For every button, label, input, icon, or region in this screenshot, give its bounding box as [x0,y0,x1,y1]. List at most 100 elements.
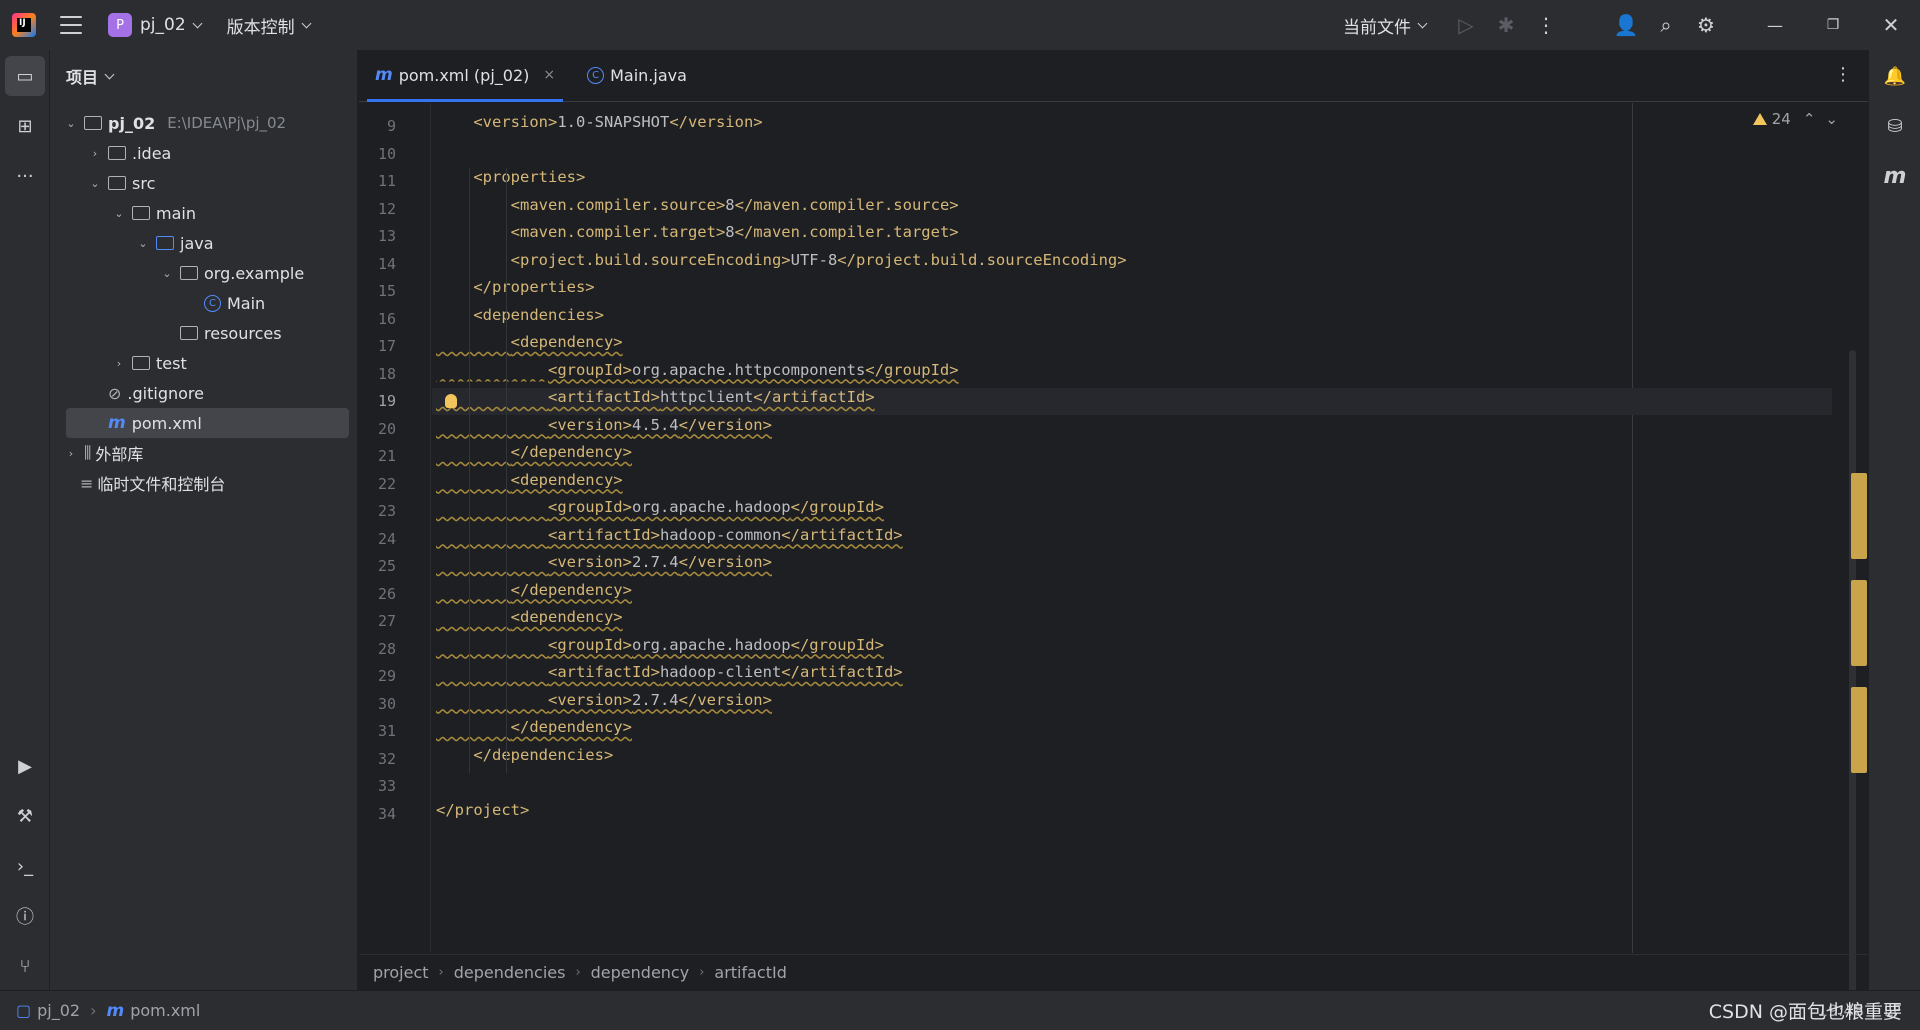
code-line[interactable] [432,141,1832,168]
code-line[interactable]: <groupId>org.apache.httpcomponents</grou… [432,361,1832,388]
tree-item-scratches[interactable]: ≡ 临时文件和控制台 [66,468,349,498]
class-icon: C [587,66,605,84]
next-highlight-icon[interactable]: ⌄ [1825,110,1838,128]
code-text: </project> [436,800,530,819]
code-line[interactable]: <artifactId>hadoop-common</artifactId> [432,526,1832,553]
database-icon[interactable]: ⛁ [1875,106,1915,146]
maven-tool-icon[interactable]: m [1875,156,1915,196]
tab-options-icon[interactable]: ⋮ [1834,64,1852,85]
close-window-icon[interactable]: ✕ [1862,5,1920,45]
inspection-widget[interactable]: 24 ⌃ ⌄ [1752,110,1838,128]
code-text: <groupId>org.apache.httpcomponents</grou… [547,360,959,379]
code-line[interactable]: <version>2.7.4</version> [432,691,1832,718]
tree-item-label: .gitignore [127,383,204,403]
code-line[interactable]: <version>4.5.4</version> [432,416,1832,443]
tree-item-org-example[interactable]: ⌄ org.example [66,258,349,288]
tree-item-src[interactable]: ⌄ src [66,168,349,198]
breadcrumb-separator-icon: › [699,965,705,980]
code-line[interactable]: <artifactId>httpclient</artifactId> [432,388,1832,415]
collapse-chevron-icon[interactable]: › [66,447,76,460]
more-tools-icon[interactable]: ··· [5,156,45,196]
project-panel-header[interactable]: 项目 [50,50,357,102]
settings-gear-icon[interactable]: ⚙ [1686,5,1726,45]
collapse-chevron-icon[interactable]: › [90,147,100,160]
previous-highlight-icon[interactable]: ⌃ [1803,110,1816,128]
code-line[interactable]: <properties> [432,168,1832,195]
expand-chevron-icon[interactable]: ⌄ [162,267,172,280]
code-with-me-icon[interactable]: 👤 [1606,5,1646,45]
collapse-chevron-icon[interactable]: › [114,357,124,370]
code-line[interactable]: </project> [432,801,1832,828]
services-icon[interactable]: ▶ [5,746,45,786]
breadcrumb-item[interactable]: project [373,963,429,982]
tab-main-java[interactable]: C Main.java [571,49,703,101]
tree-item-gitignore[interactable]: ⊘ .gitignore [66,378,349,408]
code-line[interactable]: <version>1.0-SNAPSHOT</version> [432,113,1832,140]
code-line[interactable]: </dependency> [432,443,1832,470]
code-line[interactable]: <groupId>org.apache.hadoop</groupId> [432,498,1832,525]
expand-chevron-icon[interactable]: ⌄ [66,117,76,130]
line-number: 21 [377,447,396,465]
tree-item-resources[interactable]: resources [66,318,349,348]
code-line[interactable]: </dependency> [432,581,1832,608]
code-line[interactable]: <groupId>org.apache.hadoop</groupId> [432,636,1832,663]
tree-item-idea[interactable]: › .idea [66,138,349,168]
code-line[interactable]: <version>2.7.4</version> [432,553,1832,580]
expand-chevron-icon[interactable]: ⌄ [138,237,148,250]
vcs-menu[interactable]: 版本控制 [227,13,312,38]
code-line[interactable]: <dependency> [432,333,1832,360]
tree-item-external-libraries[interactable]: › ⫼ 外部库 [66,438,349,468]
tab-pom-xml[interactable]: m pom.xml (pj_02) × [359,49,571,102]
more-actions-icon[interactable]: ⋮ [1526,5,1566,45]
minimize-icon[interactable]: — [1746,5,1804,45]
editor-tabs: m pom.xml (pj_02) × C Main.java ⋮ [359,50,1868,102]
restore-icon[interactable]: ❐ [1804,5,1862,45]
code-line[interactable]: <maven.compiler.source>8</maven.compiler… [432,196,1832,223]
run-config-selector[interactable]: 当前文件 [1343,13,1428,38]
status-project[interactable]: pj_02 [37,1001,80,1020]
breadcrumb-item[interactable]: artifactId [714,963,786,982]
terminal-icon[interactable]: ›_ [5,846,45,886]
debug-icon[interactable]: ✱ [1486,5,1526,45]
status-path: ▢ pj_02 › m pom.xml [16,1001,200,1021]
close-tab-icon[interactable]: × [543,67,555,83]
code-editor[interactable]: <version>1.0-SNAPSHOT</version> <propert… [432,103,1832,953]
warning-stripe-mark[interactable] [1851,473,1867,559]
git-branch-icon[interactable]: ⑂ [5,946,45,986]
status-file[interactable]: pom.xml [130,1001,200,1020]
code-line[interactable]: <dependencies> [432,306,1832,333]
main-menu-icon[interactable] [60,16,82,34]
code-text: </dependency> [510,580,632,599]
expand-chevron-icon[interactable]: ⌄ [114,207,124,220]
problems-icon[interactable]: ⓘ [5,896,45,936]
project-selector[interactable]: pj_02 [140,15,203,35]
code-line[interactable]: </dependencies> [432,746,1832,773]
code-line[interactable]: </properties> [432,278,1832,305]
breadcrumb-item[interactable]: dependencies [454,963,566,982]
code-line[interactable] [432,773,1832,800]
code-line[interactable]: <dependency> [432,471,1832,498]
code-line[interactable]: <artifactId>hadoop-client</artifactId> [432,663,1832,690]
editor-scrollbar[interactable] [1849,350,1856,1010]
code-line[interactable]: <dependency> [432,608,1832,635]
code-line[interactable]: </dependency> [432,718,1832,745]
tree-item-java[interactable]: ⌄ java [66,228,349,258]
tree-item-pj02[interactable]: ⌄ pj_02 E:\IDEA\Pj\pj_02 [66,108,349,138]
warning-stripe-mark[interactable] [1851,580,1867,666]
tree-item-main[interactable]: ⌄ main [66,198,349,228]
warning-stripe-mark[interactable] [1851,687,1867,773]
project-tool-icon[interactable]: ▭ [5,56,45,96]
tree-item-test[interactable]: › test [66,348,349,378]
tree-item-pom[interactable]: m pom.xml [66,408,349,438]
code-line[interactable]: <project.build.sourceEncoding>UTF-8</pro… [432,251,1832,278]
run-icon[interactable]: ▷ [1446,5,1486,45]
structure-tool-icon[interactable]: ⊞ [5,106,45,146]
tree-item-main-class[interactable]: C Main [66,288,349,318]
build-icon[interactable]: ⚒ [5,796,45,836]
breadcrumb-item[interactable]: dependency [591,963,690,982]
intention-bulb-icon[interactable] [445,394,457,408]
code-line[interactable]: <maven.compiler.target>8</maven.compiler… [432,223,1832,250]
notifications-bell-icon[interactable]: 🔔 [1875,56,1915,96]
search-icon[interactable]: ⌕ [1646,5,1686,45]
expand-chevron-icon[interactable]: ⌄ [90,177,100,190]
